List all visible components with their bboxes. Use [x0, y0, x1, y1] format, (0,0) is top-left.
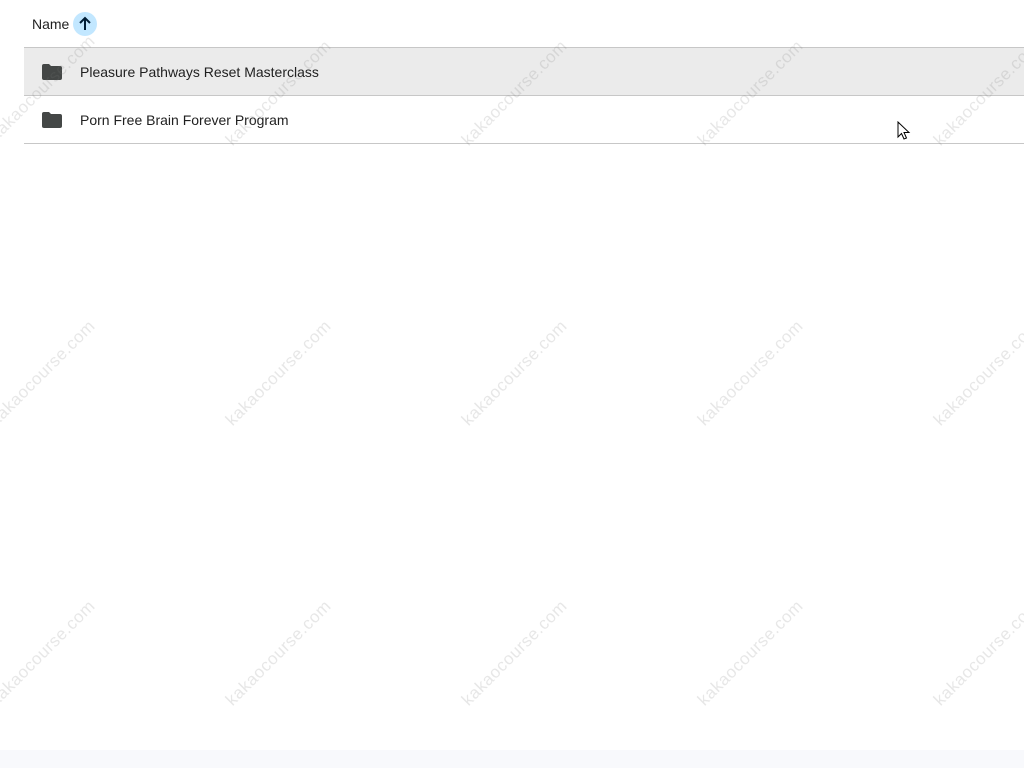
page: Name Pleasure Pathways Reset Masterclass	[0, 0, 1024, 768]
arrow-up-icon	[79, 16, 92, 30]
file-row[interactable]: Porn Free Brain Forever Program	[24, 96, 1024, 144]
file-row[interactable]: Pleasure Pathways Reset Masterclass	[24, 48, 1024, 96]
column-header-row: Name	[24, 0, 1024, 48]
folder-icon	[41, 63, 63, 81]
name-column-header[interactable]: Name	[32, 16, 69, 32]
file-name: Pleasure Pathways Reset Masterclass	[80, 63, 319, 80]
folder-icon	[41, 111, 63, 129]
file-list-panel: Name Pleasure Pathways Reset Masterclass	[0, 0, 1024, 750]
sort-ascending-button[interactable]	[73, 11, 98, 36]
file-list: Pleasure Pathways Reset Masterclass Porn…	[24, 48, 1024, 144]
file-name: Porn Free Brain Forever Program	[80, 111, 289, 128]
